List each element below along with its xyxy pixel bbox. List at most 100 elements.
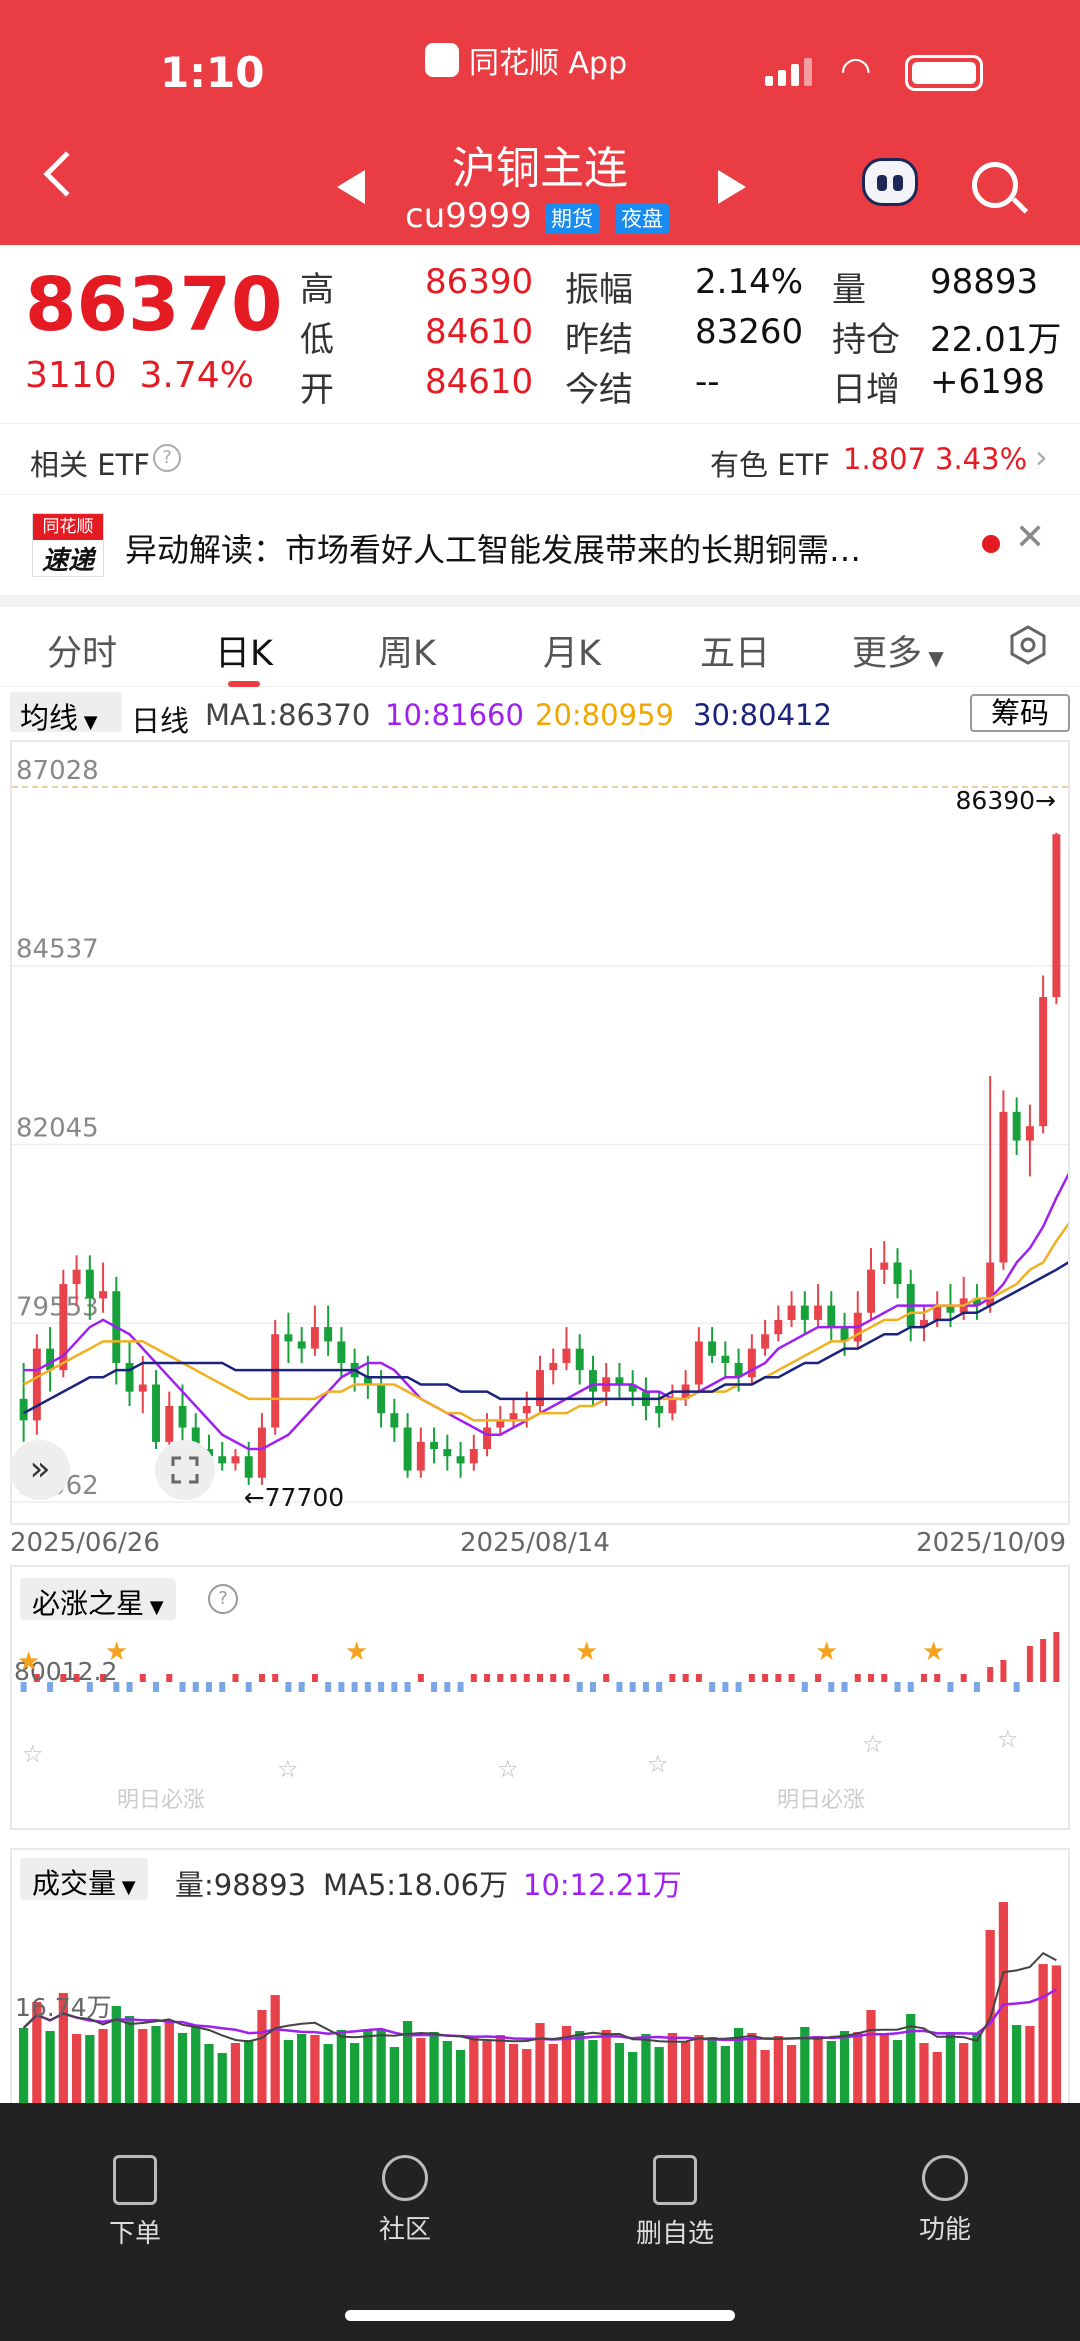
quote-l2-0: 振幅 — [565, 270, 633, 310]
ma-type-label: 均线 — [20, 701, 79, 735]
ma-type-select[interactable]: 均线 ▼ — [10, 692, 122, 735]
volume-bar — [641, 2034, 651, 2112]
quote-l1-2: 开 — [300, 370, 334, 410]
change-percent: 3.74% — [139, 355, 254, 396]
indicator-bar — [153, 1682, 160, 1692]
volume-bar — [747, 2033, 757, 2112]
volume-bar — [244, 2040, 254, 2112]
nav-order[interactable]: 下单 — [75, 2155, 195, 2250]
candle-body — [19, 1398, 28, 1421]
volume-bar — [707, 2037, 717, 2112]
related-etf-row[interactable]: 相关 ETF ? 有色 ETF 1.807 3.43% › — [0, 423, 1080, 495]
volume-bar — [416, 2038, 426, 2112]
candle-body — [774, 1319, 783, 1335]
volume-bar — [71, 2034, 82, 2112]
tab-intraday[interactable]: 分时 — [47, 625, 117, 676]
quote-l2-1: 昨结 — [565, 320, 633, 360]
tab-five-day[interactable]: 五日 — [700, 625, 770, 676]
volume-bar — [773, 2036, 783, 2112]
nav-functions[interactable]: 功能 — [885, 2155, 1005, 2246]
x-tick-label: 2025/10/09 — [916, 1528, 1066, 1558]
indicator-bar — [470, 1674, 477, 1682]
indicator-bar — [762, 1674, 769, 1682]
volume-bar — [879, 2035, 889, 2112]
change-value: 3110 — [25, 355, 117, 396]
volume-bar — [826, 2041, 836, 2112]
tab-daily-k[interactable]: 日K — [215, 625, 273, 676]
volume-bar — [336, 2030, 347, 2112]
quote-l1-1: 低 — [300, 320, 334, 360]
tab-weekly-k[interactable]: 周K — [378, 625, 436, 676]
volume-bar — [124, 2016, 135, 2112]
volume-bar — [45, 2031, 55, 2112]
candle-body — [403, 1427, 412, 1471]
volume-bar — [111, 2006, 121, 2112]
indicator-bar — [894, 1682, 901, 1692]
brand-bottom: 速递 — [41, 546, 94, 576]
settings-hexagon-icon[interactable] — [1008, 625, 1048, 665]
news-bar[interactable]: 同花顺 速递 异动解读：市场看好人工智能发展带来的长期铜需… ✕ — [0, 495, 1080, 595]
volume-bar — [138, 2029, 148, 2112]
help-icon[interactable]: ? — [153, 444, 181, 472]
volume-bar — [681, 2042, 691, 2112]
volume-bar — [614, 2043, 625, 2112]
nav-remove-watchlist[interactable]: 删自选 — [615, 2155, 735, 2250]
volume-select[interactable]: 成交量 ▼ — [20, 1858, 148, 1900]
quote-v1-1: 84610 — [425, 312, 534, 352]
candle-body — [694, 1341, 703, 1385]
night-session-badge: 夜盘 — [615, 204, 669, 234]
kline-chart-panel[interactable]: 870288453782045795537706286390→←77700 — [10, 740, 1071, 1525]
tab-monthly-k[interactable]: 月K — [543, 625, 601, 676]
indicator-select[interactable]: 必涨之星 ▼ — [20, 1578, 176, 1620]
candle-body — [416, 1441, 425, 1471]
tomorrow-rise-mark: 明日必涨 — [777, 1788, 865, 1813]
fullscreen-icon[interactable] — [155, 1440, 215, 1500]
indicator-bar — [351, 1682, 358, 1692]
volume-bar — [164, 2020, 174, 2112]
tab-more[interactable]: 更多 ▼ — [852, 625, 944, 676]
help-icon[interactable]: ? — [208, 1584, 238, 1614]
x-tick-label: 2025/06/26 — [10, 1528, 160, 1558]
y-tick-label: 87028 — [16, 756, 99, 786]
indicator-bar — [801, 1682, 808, 1692]
indicator-bar — [139, 1674, 146, 1682]
candle-body — [443, 1449, 452, 1457]
expand-left-icon[interactable]: » — [10, 1440, 70, 1500]
nav-community[interactable]: 社区 — [345, 2155, 465, 2246]
volume-bar — [323, 2044, 333, 2112]
volume-bar — [906, 2014, 916, 2112]
volume-bar — [800, 2027, 810, 2112]
quote-l3-2: 日增 — [832, 370, 900, 410]
indicator-bar — [192, 1682, 199, 1692]
candle-body — [867, 1269, 875, 1313]
close-icon[interactable]: ✕ — [1015, 517, 1045, 558]
y-tick-label: 82045 — [16, 1114, 99, 1144]
ma10-value: 10:81660 — [385, 698, 524, 732]
chip-button[interactable]: 筹码 — [970, 694, 1070, 732]
indicator-bar — [629, 1682, 636, 1692]
hollow-star-icon: ☆ — [497, 1755, 519, 1783]
candle-body — [165, 1406, 174, 1442]
futures-badge: 期货 — [545, 204, 599, 234]
volume-bar — [349, 2043, 360, 2112]
candle-body — [668, 1398, 677, 1414]
search-icon[interactable] — [972, 162, 1018, 208]
volume-name: 成交量 — [32, 1867, 117, 1900]
quote-v2-1: 83260 — [695, 312, 804, 352]
indicator-bar — [576, 1682, 583, 1692]
volume-bar — [191, 2027, 201, 2112]
candle-body — [231, 1456, 240, 1464]
indicator-bar — [404, 1682, 411, 1692]
indicator-bar — [550, 1674, 557, 1682]
candle-body — [72, 1269, 81, 1285]
indicator-name: 必涨之星 — [32, 1587, 145, 1620]
high-label: 86390→ — [956, 786, 1056, 815]
assistant-robot-icon[interactable] — [862, 158, 918, 206]
star-icon: ★ — [345, 1637, 368, 1667]
indicator-bar — [815, 1674, 822, 1682]
indicator-bar — [258, 1674, 265, 1682]
indicator-bar — [1000, 1660, 1007, 1682]
candle-body — [827, 1305, 836, 1328]
volume-bar — [151, 2026, 161, 2112]
quote-l1-0: 高 — [300, 270, 334, 310]
